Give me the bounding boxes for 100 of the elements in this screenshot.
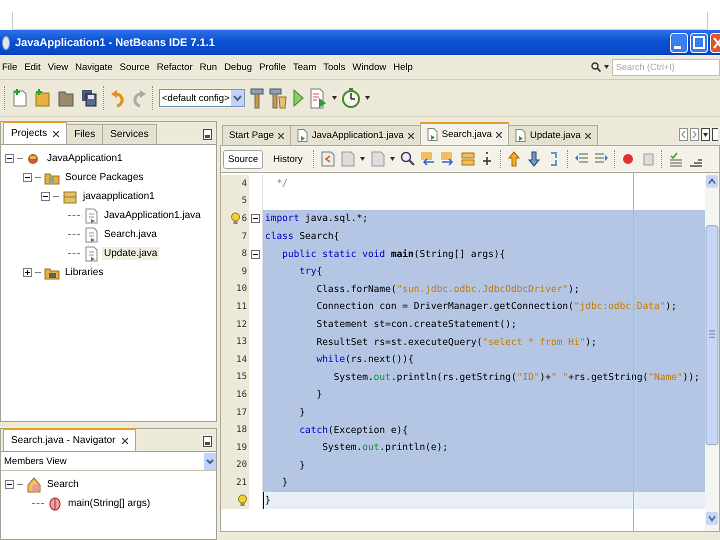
floppy-disks-icon[interactable] <box>80 88 98 108</box>
line-number: 10 <box>236 284 247 294</box>
maximize-icon[interactable] <box>203 436 212 447</box>
caret-icon[interactable] <box>390 157 395 161</box>
java-file-icon <box>83 208 99 224</box>
stopwatch-icon[interactable] <box>342 87 360 109</box>
java-file-icon <box>83 226 99 242</box>
folder-plus-icon[interactable] <box>34 88 52 108</box>
menu-item[interactable]: View <box>48 62 68 72</box>
lightbulb-icon <box>230 212 240 226</box>
document-play-icon[interactable] <box>309 87 327 109</box>
line-number: 14 <box>236 354 247 365</box>
menu-item[interactable]: Help <box>393 62 413 72</box>
search-field[interactable]: Search (Ctrl+I) <box>612 58 720 76</box>
close-icon[interactable] <box>53 130 60 136</box>
line-number: 13 <box>236 337 247 348</box>
editor-tab[interactable]: Search.java <box>420 122 509 145</box>
menu-item[interactable]: Run <box>200 62 218 72</box>
menu-item[interactable]: Navigate <box>75 62 113 72</box>
menu-item[interactable]: Edit <box>24 62 41 72</box>
panel-tab[interactable]: Projects <box>3 121 68 144</box>
maximize-icon[interactable] <box>712 128 718 141</box>
arrow-up-icon[interactable] <box>506 151 522 167</box>
lightbulb-icon <box>238 494 247 507</box>
arrow-right-icon[interactable] <box>440 151 455 167</box>
method-icon <box>47 496 63 512</box>
expander-icon[interactable] <box>23 268 32 277</box>
checklist-icon[interactable] <box>668 151 683 167</box>
menu-item[interactable]: Window <box>352 62 386 72</box>
window-title: JavaApplication1 - NetBeans IDE 7.1.1 <box>15 36 216 48</box>
editor-tab[interactable]: Update.java <box>508 125 598 145</box>
panel-tab[interactable]: Files <box>66 124 104 144</box>
circle-icon[interactable] <box>620 151 636 167</box>
menu-item[interactable]: Refactor <box>156 62 193 72</box>
arrow-left-icon[interactable] <box>420 151 435 167</box>
editor-tab[interactable]: JavaApplication1.java <box>290 125 421 145</box>
tree-item[interactable]: Search.java <box>102 228 159 241</box>
magnifier-icon[interactable] <box>400 151 415 167</box>
fold-icon[interactable] <box>251 250 260 259</box>
lines-icon[interactable] <box>460 151 475 167</box>
close-icon[interactable] <box>496 132 502 138</box>
expander-icon[interactable] <box>41 192 50 201</box>
java-file-icon <box>514 129 526 142</box>
config-dropdown[interactable]: <default config> <box>159 89 245 107</box>
menu-item[interactable]: Team <box>293 62 316 72</box>
maximize-icon[interactable] <box>203 129 212 140</box>
document-icon[interactable] <box>340 151 355 167</box>
line-number: 15 <box>236 372 247 382</box>
caret-icon[interactable] <box>365 96 370 100</box>
fold-icon[interactable] <box>251 214 260 224</box>
view-tab[interactable]: Source <box>223 150 264 168</box>
caret-icon[interactable] <box>332 96 337 100</box>
tree-item[interactable]: javaapplication1 <box>81 190 157 203</box>
line-number: 4 <box>242 178 247 189</box>
document-back-icon[interactable] <box>320 151 335 167</box>
menu-item[interactable]: Debug <box>224 62 252 72</box>
expander-icon[interactable] <box>23 173 32 182</box>
scroll-left-icon[interactable] <box>679 128 688 141</box>
tree-item[interactable]: JavaApplication1.java <box>102 209 203 222</box>
hammer-icon[interactable] <box>250 87 264 109</box>
line-number: 7 <box>242 232 247 242</box>
play-icon[interactable] <box>292 88 304 108</box>
close-icon[interactable] <box>584 132 591 138</box>
caret-icon[interactable] <box>604 65 609 69</box>
close-icon[interactable] <box>408 132 414 138</box>
menu-item[interactable]: Tools <box>323 62 346 72</box>
view-tab[interactable]: History <box>268 150 308 168</box>
expander-icon[interactable] <box>5 480 14 489</box>
menu-item[interactable]: Profile <box>259 62 286 72</box>
line-number: 12 <box>236 320 247 330</box>
caret-icon[interactable] <box>360 157 365 161</box>
close-button[interactable] <box>710 32 720 52</box>
hammer-brush-icon[interactable] <box>269 87 287 109</box>
line-number: 17 <box>236 408 247 418</box>
panel-tab[interactable]: Services <box>102 124 157 144</box>
tree-item[interactable]: main(String[] args) <box>66 497 152 510</box>
maximize-button[interactable] <box>690 32 708 52</box>
square-icon[interactable] <box>640 151 656 167</box>
tree-item[interactable]: JavaApplication1 <box>45 152 125 165</box>
line-number: 16 <box>236 390 247 400</box>
line-number: 6 <box>242 214 247 224</box>
document-plus-icon[interactable] <box>11 88 29 108</box>
tree-item[interactable]: Source Packages <box>63 171 146 184</box>
editor-tab[interactable]: Start Page <box>222 125 291 145</box>
close-icon[interactable] <box>278 132 284 138</box>
java-file-icon <box>426 128 438 141</box>
tree-item[interactable]: Libraries <box>63 266 106 279</box>
line-number: 11 <box>236 302 247 312</box>
panel-tab[interactable]: Search.java - Navigator <box>3 428 136 451</box>
close-icon[interactable] <box>122 438 128 444</box>
document-icon[interactable] <box>370 151 385 167</box>
minimize-button[interactable] <box>670 32 688 52</box>
search-icon[interactable] <box>591 62 601 72</box>
tree-item[interactable]: Search <box>45 478 81 491</box>
menu-item[interactable]: Source <box>120 62 150 72</box>
java-file-icon <box>296 129 308 142</box>
menu-item[interactable]: File <box>2 62 18 72</box>
tree-item[interactable]: Update.java <box>102 247 160 260</box>
arrow-down-icon[interactable] <box>526 151 542 167</box>
expander-icon[interactable] <box>5 154 14 163</box>
